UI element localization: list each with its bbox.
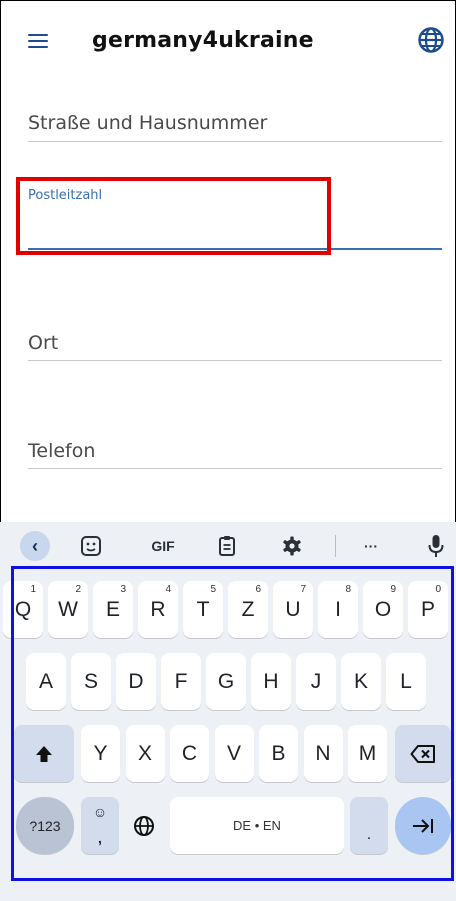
gif-button[interactable]: GIF	[146, 534, 180, 558]
city-field[interactable]: Ort	[28, 332, 442, 362]
hamburger-menu-icon[interactable]	[28, 34, 48, 48]
settings-gear-icon[interactable]	[281, 534, 303, 558]
highlight-keyboard	[11, 566, 454, 881]
app-title: germany4ukraine	[92, 28, 314, 53]
bottom-system-strip	[0, 882, 456, 901]
sticker-icon[interactable]	[80, 534, 102, 558]
toolbar-divider	[335, 535, 336, 557]
phone-underline	[28, 468, 442, 469]
city-underline	[28, 360, 442, 361]
keyboard-toolbar: ‹ GIF ···	[0, 522, 456, 570]
city-label: Ort	[28, 332, 59, 354]
phone-field[interactable]: Telefon	[28, 440, 442, 470]
globe-icon[interactable]	[417, 26, 445, 54]
app-bar: germany4ukraine	[0, 0, 456, 84]
street-label: Straße und Hausnummer	[28, 112, 268, 134]
highlight-postal-code	[16, 177, 331, 255]
street-underline	[28, 141, 442, 142]
clipboard-icon[interactable]	[217, 534, 237, 558]
street-field[interactable]: Straße und Hausnummer	[28, 112, 442, 142]
microphone-icon[interactable]	[428, 534, 444, 558]
more-options-button[interactable]: ···	[358, 534, 384, 558]
toolbar-back-button[interactable]: ‹	[20, 531, 50, 561]
phone-label: Telefon	[28, 440, 96, 462]
